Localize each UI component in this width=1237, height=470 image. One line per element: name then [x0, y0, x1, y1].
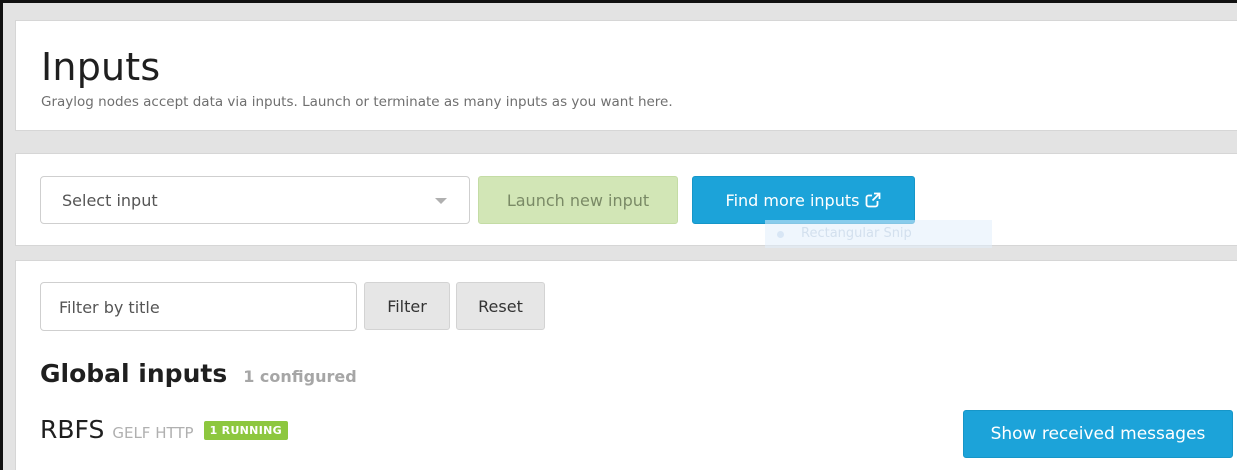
reset-button-label: Reset — [478, 296, 523, 316]
global-inputs-title: Global inputs — [40, 359, 228, 388]
rectangular-snip-overlay: Rectangular Snip — [765, 220, 992, 248]
status-badge: 1 RUNNING — [203, 421, 288, 440]
filter-button[interactable]: Filter — [364, 282, 450, 330]
filter-placeholder: Filter by title — [59, 298, 160, 317]
app-frame: Inputs Graylog nodes accept data via inp… — [0, 0, 1237, 470]
input-name: RBFS — [40, 415, 105, 444]
reset-button[interactable]: Reset — [456, 282, 545, 330]
page-title: Inputs — [41, 45, 161, 89]
page-subtitle: Graylog nodes accept data via inputs. La… — [41, 94, 673, 110]
launch-new-input-label: Launch new input — [506, 190, 650, 210]
snip-label: Rectangular Snip — [801, 226, 912, 241]
configured-count: 1 configured — [243, 367, 357, 386]
chevron-down-icon — [435, 198, 447, 204]
launch-new-input-button[interactable]: Launch new input — [478, 176, 678, 224]
filter-button-label: Filter — [387, 296, 427, 316]
find-more-inputs-button[interactable]: Find more inputs — [692, 176, 915, 224]
input-list-item: RBFS GELF HTTP 1 RUNNING — [40, 415, 288, 444]
launch-input-panel: Select input Launch new input Find more … — [15, 153, 1237, 248]
page-header: Inputs Graylog nodes accept data via inp… — [15, 20, 1237, 131]
select-input-placeholder: Select input — [62, 191, 158, 210]
snip-dot-icon — [777, 231, 784, 238]
external-link-icon — [866, 192, 882, 208]
filter-by-title-input[interactable]: Filter by title — [40, 282, 357, 331]
find-more-inputs-label: Find more inputs — [725, 190, 860, 210]
input-type: GELF HTTP — [112, 424, 194, 442]
show-received-messages-button[interactable]: Show received messages — [963, 410, 1233, 458]
global-inputs-heading: Global inputs 1 configured — [40, 359, 357, 388]
select-input-dropdown[interactable]: Select input — [40, 176, 470, 224]
inputs-list-panel: Filter by title Filter Reset Global inpu… — [15, 260, 1237, 470]
show-received-messages-label: Show received messages — [990, 424, 1206, 444]
